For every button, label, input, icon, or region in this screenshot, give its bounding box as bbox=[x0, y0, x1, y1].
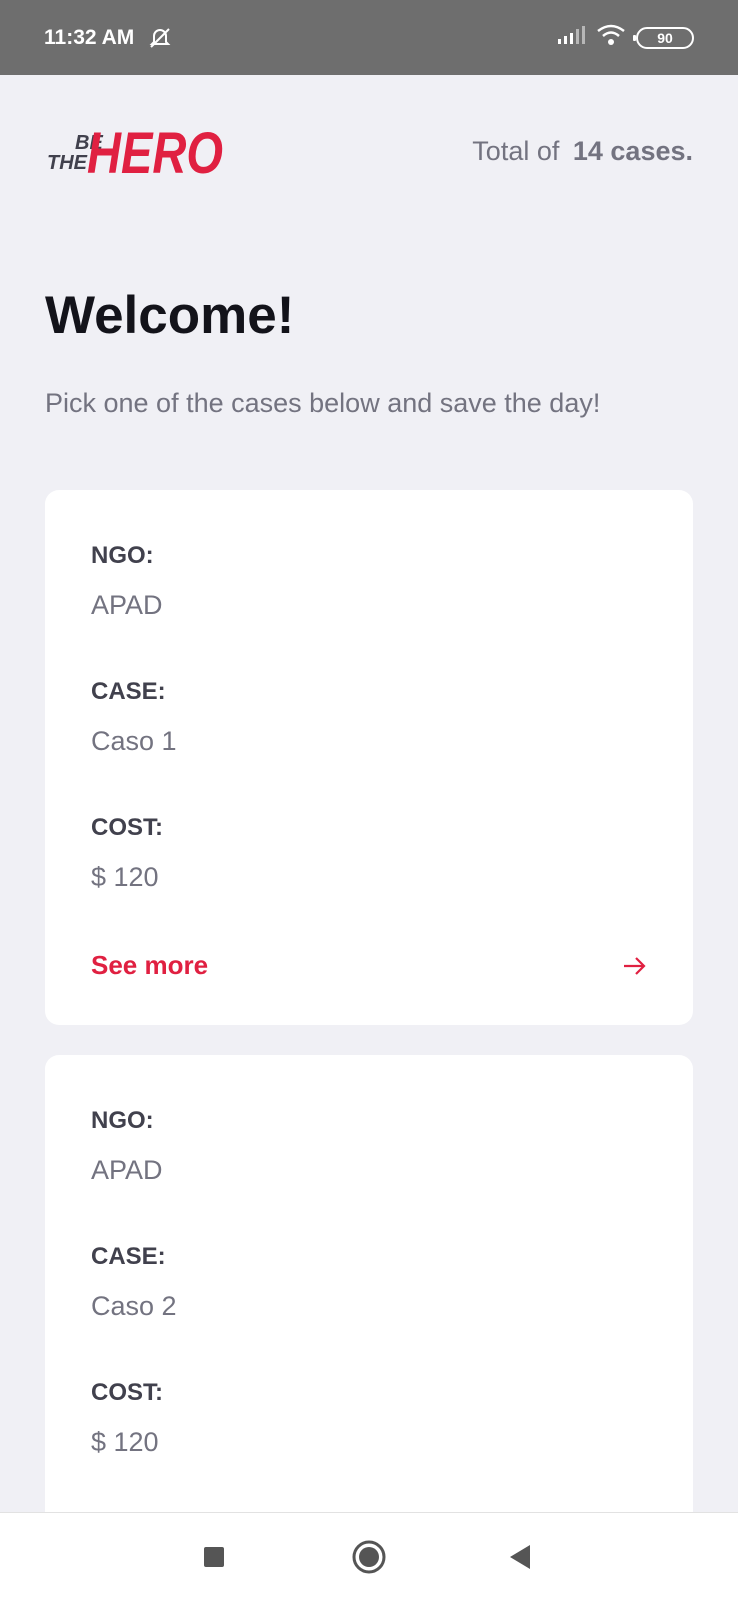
wifi-icon bbox=[596, 23, 626, 52]
status-bar: 11:32 AM 90 bbox=[0, 0, 738, 75]
be-the-hero-logo: BE THE HERO bbox=[47, 121, 223, 186]
case-value: Caso 1 bbox=[91, 726, 177, 756]
cost-value: $ 120 bbox=[91, 1427, 159, 1457]
header: BE THE HERO Total of 14 cases. bbox=[45, 111, 693, 191]
ngo-label: NGO: bbox=[91, 542, 154, 569]
dnd-off-icon bbox=[148, 26, 172, 50]
case-card: NGO: APAD CASE: Caso 2 COST: $ 120 bbox=[45, 1055, 693, 1512]
svg-text:THE: THE bbox=[47, 152, 88, 174]
page-title: Welcome! bbox=[45, 286, 295, 345]
cost-label: COST: bbox=[91, 1379, 163, 1406]
status-time: 11:32 AM bbox=[44, 25, 135, 49]
arrow-right-icon bbox=[624, 956, 646, 975]
total-value: 14 cases. bbox=[572, 135, 693, 166]
ngo-value: APAD bbox=[91, 1155, 163, 1185]
total-cases: Total of 14 cases. bbox=[472, 136, 693, 167]
cost-label: COST: bbox=[91, 814, 163, 841]
back-icon[interactable] bbox=[490, 1527, 550, 1587]
ngo-label: NGO: bbox=[91, 1107, 154, 1134]
case-label: CASE: bbox=[91, 1243, 166, 1270]
system-nav-bar bbox=[0, 1512, 738, 1600]
recents-icon[interactable] bbox=[184, 1527, 244, 1587]
case-label: CASE: bbox=[91, 678, 166, 705]
signal-icon bbox=[556, 25, 586, 50]
see-more-button[interactable]: See more bbox=[91, 950, 647, 981]
svg-text:HERO: HERO bbox=[87, 121, 223, 186]
see-more-label: See more bbox=[91, 950, 209, 980]
battery-icon: 90 bbox=[633, 26, 694, 49]
app-screen: BE THE HERO Total of 14 cases. Welcome! … bbox=[0, 75, 738, 1512]
total-prefix: Total of bbox=[472, 135, 560, 166]
cost-value: $ 120 bbox=[91, 862, 159, 892]
case-card: NGO: APAD CASE: Caso 1 COST: $ 120 See m… bbox=[45, 490, 693, 1025]
page-description: Pick one of the cases below and save the… bbox=[45, 388, 601, 418]
home-icon[interactable] bbox=[339, 1527, 399, 1587]
ngo-value: APAD bbox=[91, 590, 163, 620]
case-value: Caso 2 bbox=[91, 1291, 177, 1321]
